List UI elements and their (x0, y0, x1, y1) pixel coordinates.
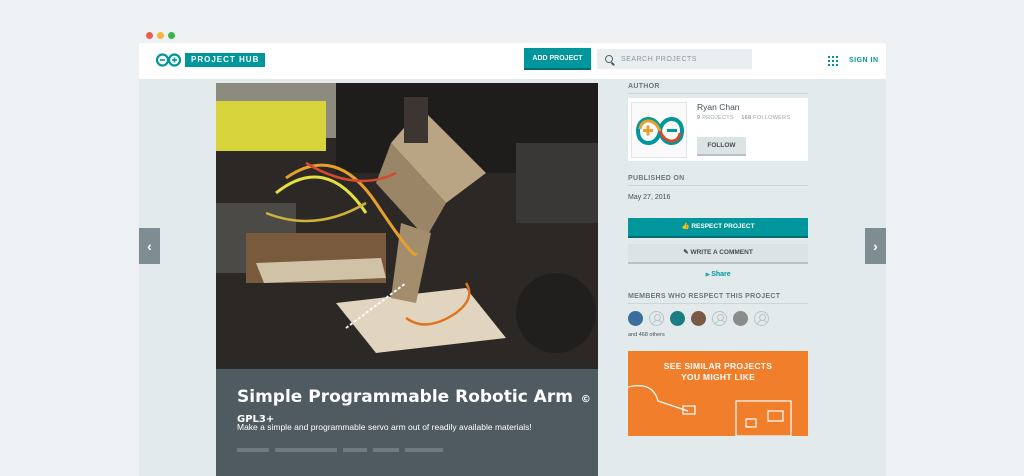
members-others-count[interactable]: and 468 others (628, 332, 808, 338)
tag-chip[interactable] (405, 448, 443, 452)
published-date: May 27, 2016 (628, 194, 671, 201)
arduino-logo-icon (155, 53, 182, 67)
project-title: Simple Programmable Robotic Arm © GPL3+ (237, 387, 598, 427)
share-label: Share (711, 271, 731, 278)
project-hub-logo[interactable]: PROJECT HUB (155, 53, 273, 67)
respect-project-button[interactable]: 👍 RESPECT PROJECT (628, 218, 808, 238)
tag-chip[interactable] (275, 448, 337, 452)
author-logo-icon (632, 103, 686, 157)
followers-label: FOLLOWERS (753, 115, 791, 121)
author-card: Ryan Chan 9 PROJECTS 168 FOLLOWERS FOLLO… (628, 98, 808, 161)
project-sidebar: AUTHOR Ryan Chan 9 PROJECTS 168 FOLLOWER… (628, 83, 808, 436)
close-window-dot[interactable] (146, 32, 153, 39)
member-avatars (628, 311, 808, 326)
edit-icon: ✎ (683, 249, 689, 256)
board-illustration-icon (628, 385, 792, 436)
member-avatar[interactable] (670, 311, 685, 326)
thumbs-up-icon: 👍 (681, 223, 690, 230)
search-input[interactable] (621, 55, 741, 63)
previous-project-arrow-icon[interactable]: ‹ (139, 228, 160, 264)
add-project-button[interactable]: ADD PROJECT (524, 48, 591, 70)
project-tags (237, 448, 443, 452)
write-comment-label: WRITE A COMMENT (690, 249, 753, 256)
members-respect-label: MEMBERS WHO RESPECT THIS PROJECT (628, 293, 808, 304)
tag-chip[interactable] (373, 448, 399, 452)
projects-count: 9 (697, 115, 701, 121)
member-avatar-placeholder[interactable] (712, 311, 727, 326)
tag-chip[interactable] (343, 448, 367, 452)
minimize-window-dot[interactable] (157, 32, 164, 39)
share-icon: ⪢ (705, 271, 710, 278)
follow-button[interactable]: FOLLOW (697, 137, 746, 156)
respect-project-label: RESPECT PROJECT (691, 223, 755, 230)
search-box[interactable] (597, 49, 752, 69)
author-stats: 9 PROJECTS 168 FOLLOWERS (697, 115, 790, 121)
apps-grid-icon[interactable] (828, 56, 838, 66)
project-hero: Simple Programmable Robotic Arm © GPL3+ … (216, 83, 598, 476)
author-section-label: AUTHOR (628, 83, 808, 94)
member-avatar-placeholder[interactable] (754, 311, 769, 326)
share-link[interactable]: ⪢ Share (628, 271, 808, 279)
sign-in-link[interactable]: SIGN IN (849, 57, 879, 64)
logo-wordmark: PROJECT HUB (185, 53, 266, 67)
followers-count: 168 (741, 115, 752, 121)
window-chrome (139, 26, 886, 43)
member-avatar-placeholder[interactable] (649, 311, 664, 326)
member-avatar[interactable] (691, 311, 706, 326)
robotic-arm-photo (216, 83, 598, 369)
similar-projects-banner[interactable]: SEE SIMILAR PROJECTS YOU MIGHT LIKE (628, 351, 808, 436)
published-on-label: PUBLISHED ON (628, 175, 808, 186)
project-caption: Simple Programmable Robotic Arm © GPL3+ … (216, 369, 598, 476)
search-icon (605, 55, 613, 63)
author-name[interactable]: Ryan Chan (697, 102, 740, 112)
next-project-arrow-icon[interactable]: › (865, 228, 886, 264)
projects-label: PROJECTS (702, 115, 734, 121)
project-cover-image[interactable] (216, 83, 598, 369)
project-description: Make a simple and programmable servo arm… (237, 422, 532, 432)
project-title-text: Simple Programmable Robotic Arm (237, 387, 573, 407)
maximize-window-dot[interactable] (168, 32, 175, 39)
navbar: PROJECT HUB ADD PROJECT SIGN IN (139, 43, 886, 79)
author-avatar[interactable] (631, 102, 687, 158)
write-comment-button[interactable]: ✎ WRITE A COMMENT (628, 244, 808, 264)
browser-window: PROJECT HUB ADD PROJECT SIGN IN ‹ › (139, 26, 886, 476)
member-avatar[interactable] (628, 311, 643, 326)
member-avatar[interactable] (733, 311, 748, 326)
tag-chip[interactable] (237, 448, 269, 452)
